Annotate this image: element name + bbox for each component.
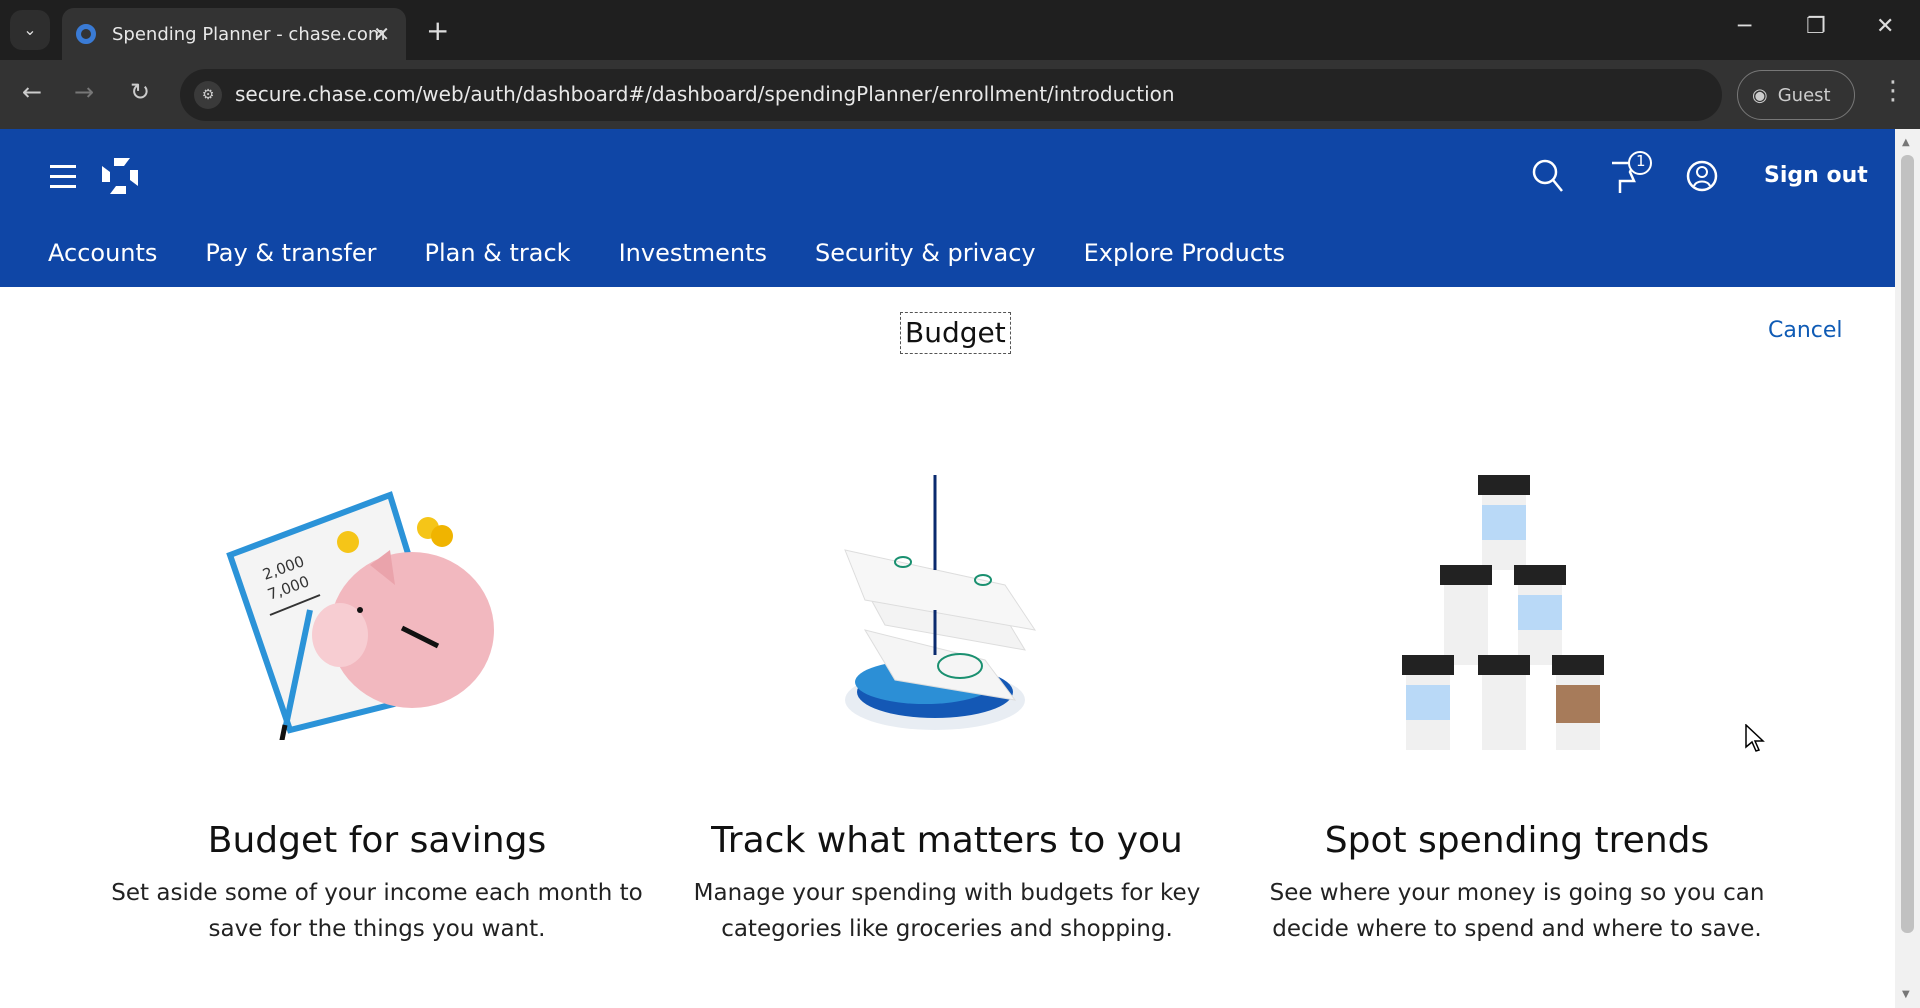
profile-icon[interactable] <box>1686 159 1718 193</box>
feature-body: See where your money is going so you can… <box>1269 880 1765 942</box>
piggy-bank-illustration: 2,000 7,000 <box>226 491 494 740</box>
browser-tab-bar: ⌄ Spending Planner - chase.com ✕ + ─ ❐ ✕ <box>0 0 1920 60</box>
profile-button[interactable]: ◉ Guest <box>1737 70 1855 120</box>
nav-plan-track[interactable]: Plan & track <box>424 239 570 267</box>
feature-heading: Spot spending trends <box>1324 820 1710 861</box>
back-icon[interactable]: ← <box>22 78 42 106</box>
minimize-icon[interactable]: ─ <box>1738 14 1751 39</box>
reload-icon[interactable]: ↻ <box>130 78 150 106</box>
search-icon[interactable] <box>1532 159 1564 193</box>
feature-body: Manage your spending with budgets for ke… <box>693 880 1201 942</box>
nav-pay-transfer[interactable]: Pay & transfer <box>205 239 376 267</box>
profile-icon: ◉ <box>1752 84 1768 106</box>
chase-header: 1 Sign out Accounts Pay & transfer Plan … <box>0 129 1895 287</box>
browser-tab[interactable]: Spending Planner - chase.com ✕ <box>62 8 406 60</box>
main-nav: Accounts Pay & transfer Plan & track Inv… <box>48 239 1285 267</box>
browser-menu-icon[interactable]: ⋮ <box>1880 76 1906 106</box>
feature-heading: Track what matters to you <box>711 820 1183 861</box>
forward-icon[interactable]: → <box>74 78 94 106</box>
cancel-link[interactable]: Cancel <box>1768 318 1843 343</box>
feature-spot-spending-trends: Spot spending trends See where your mone… <box>1237 820 1797 947</box>
chase-logo[interactable] <box>100 156 140 196</box>
url-text[interactable]: secure.chase.com/web/auth/dashboard#/das… <box>235 82 1175 106</box>
feature-heading: Budget for savings <box>207 820 547 861</box>
address-bar[interactable]: ⚙ secure.chase.com/web/auth/dashboard#/d… <box>180 69 1722 121</box>
nav-explore-products[interactable]: Explore Products <box>1084 239 1285 267</box>
close-window-icon[interactable]: ✕ <box>1876 14 1894 39</box>
site-info-icon[interactable]: ⚙ <box>194 81 222 109</box>
feature-body: Set aside some of your income each month… <box>111 880 643 942</box>
flag-icon <box>1612 151 1652 193</box>
chase-favicon-icon <box>76 24 96 44</box>
coffee-cups-illustration <box>1402 475 1604 750</box>
tab-title: Spending Planner - chase.com <box>112 23 386 45</box>
restore-icon[interactable]: ❐ <box>1806 14 1826 39</box>
feature-budget-for-savings: Budget for savings Set aside some of you… <box>97 820 657 947</box>
close-tab-icon[interactable]: ✕ <box>373 22 390 46</box>
address-bar-row: ← → ↻ ⚙ secure.chase.com/web/auth/dashbo… <box>0 60 1920 129</box>
page-title: Budget <box>900 312 1011 354</box>
notification-badge: 1 <box>1636 152 1646 170</box>
nav-investments[interactable]: Investments <box>619 239 767 267</box>
tab-search-button[interactable]: ⌄ <box>10 10 50 50</box>
sign-out-link[interactable]: Sign out <box>1764 163 1868 188</box>
scrollbar-thumb[interactable] <box>1901 155 1914 933</box>
scrollbar[interactable]: ▲ ▼ <box>1895 129 1920 1008</box>
nav-accounts[interactable]: Accounts <box>48 239 157 267</box>
scroll-down-icon[interactable]: ▼ <box>1902 989 1910 1000</box>
receipts-illustration <box>844 475 1037 730</box>
cup-top <box>1478 475 1530 570</box>
nav-security-privacy[interactable]: Security & privacy <box>815 239 1036 267</box>
profile-label: Guest <box>1777 84 1831 106</box>
mouse-cursor-icon <box>1745 724 1765 752</box>
new-tab-button[interactable]: + <box>426 14 449 47</box>
hamburger-menu-icon[interactable] <box>50 165 76 195</box>
notifications-button[interactable]: 1 <box>1608 151 1658 199</box>
feature-track-what-matters: Track what matters to you Manage your sp… <box>667 820 1227 947</box>
scroll-up-icon[interactable]: ▲ <box>1902 137 1910 148</box>
